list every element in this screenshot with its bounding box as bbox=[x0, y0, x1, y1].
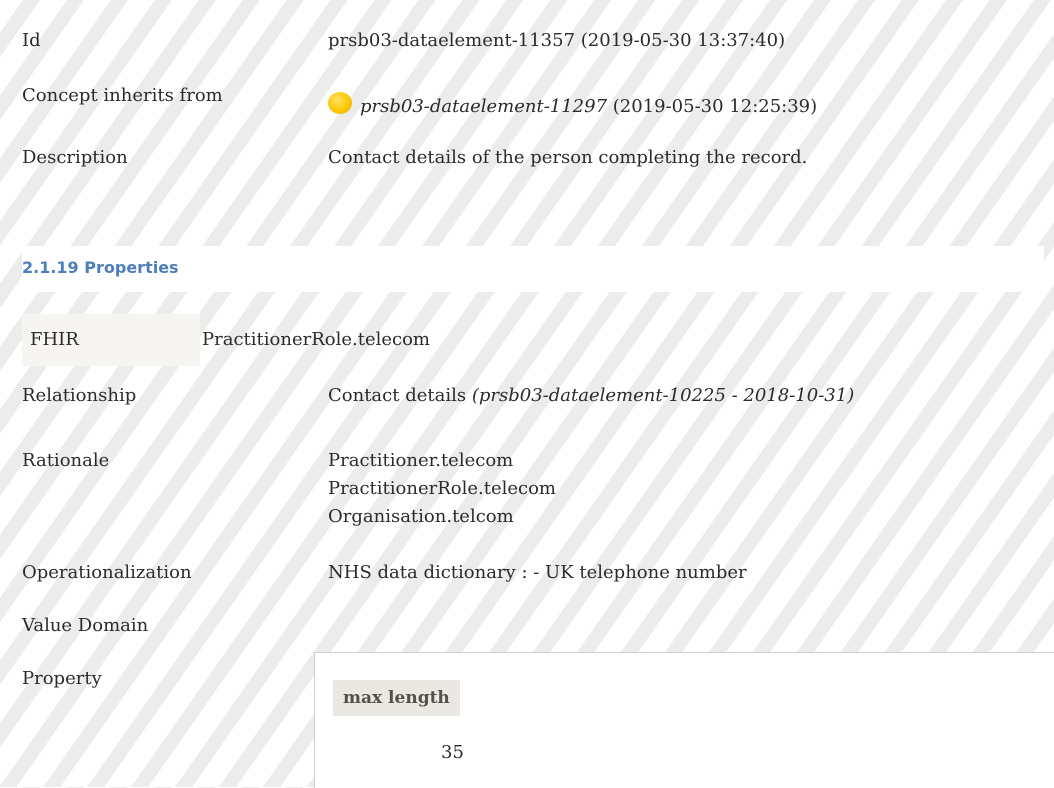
section-title: 2.1.19 Properties bbox=[22, 258, 179, 277]
fhir-label: FHIR bbox=[30, 329, 79, 350]
inherits-link[interactable]: prsb03-dataelement-11297 bbox=[360, 96, 607, 117]
inherits-value: prsb03-dataelement-11297 (2019-05-30 12:… bbox=[328, 92, 817, 119]
fhir-value: PractitionerRole.telecom bbox=[202, 329, 430, 350]
value-domain-label: Value Domain bbox=[22, 615, 149, 636]
relationship-value: Contact details (prsb03-dataelement-1022… bbox=[328, 384, 854, 408]
relationship-label: Relationship bbox=[22, 385, 137, 406]
operationalization-label: Operationalization bbox=[22, 562, 192, 583]
yellow-circle-icon bbox=[328, 92, 352, 114]
id-label: Id bbox=[22, 30, 41, 51]
relationship-text: Contact details bbox=[328, 385, 472, 406]
rationale-line-2: PractitionerRole.telecom bbox=[328, 478, 556, 499]
rationale-line-3: Organisation.telcom bbox=[328, 506, 514, 527]
property-header-max-length: max length bbox=[333, 680, 460, 716]
inherits-date: (2019-05-30 12:25:39) bbox=[607, 96, 818, 117]
rationale-line-1: Practitioner.telecom bbox=[328, 450, 514, 471]
description-value: Contact details of the person completing… bbox=[328, 147, 808, 168]
rationale-label: Rationale bbox=[22, 450, 110, 471]
id-value: prsb03-dataelement-11357 (2019-05-30 13:… bbox=[328, 30, 786, 51]
property-label: Property bbox=[22, 668, 102, 689]
property-value: 35 bbox=[441, 742, 464, 763]
property-table: max length 35 bbox=[314, 652, 1054, 788]
operationalization-value: NHS data dictionary : - UK telephone num… bbox=[328, 562, 747, 583]
description-label: Description bbox=[22, 147, 128, 168]
relationship-ref: (prsb03-dataelement-10225 - 2018-10-31) bbox=[471, 385, 855, 406]
inherits-label: Concept inherits from bbox=[22, 85, 223, 106]
